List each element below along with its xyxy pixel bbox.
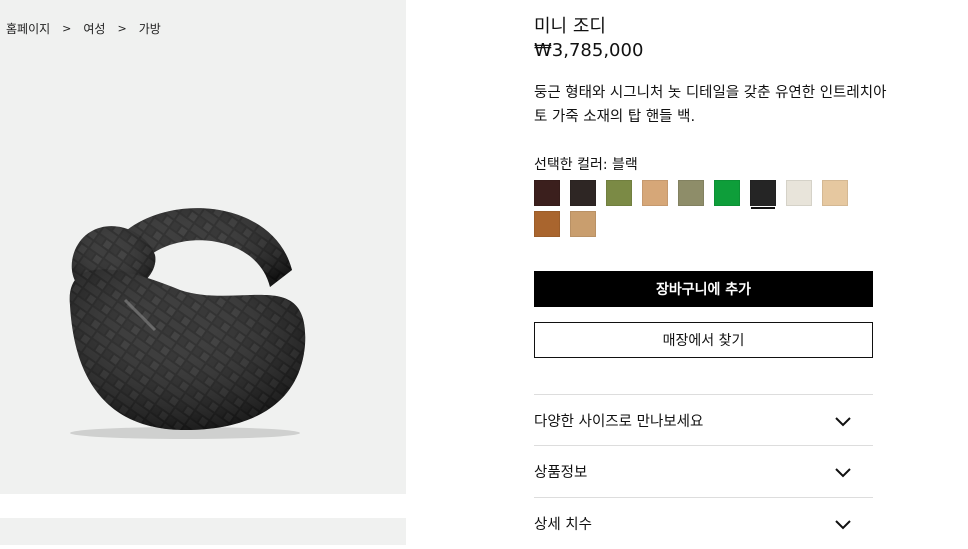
color-swatch[interactable] (642, 180, 668, 206)
product-description: 둥근 형태와 시그니처 놋 디테일을 갖춘 유연한 인트레치아토 가죽 소재의 … (534, 85, 887, 125)
color-swatch[interactable] (750, 180, 776, 209)
chevron-down-icon (835, 467, 851, 477)
breadcrumb-women[interactable]: 여성 (83, 20, 105, 37)
chevron-down-icon (835, 519, 851, 529)
product-image-panel-2 (0, 518, 406, 545)
color-swatch[interactable] (606, 180, 632, 206)
accordion-label: 상품정보 (534, 465, 588, 481)
color-swatch[interactable] (570, 211, 596, 237)
color-swatch[interactable] (534, 211, 560, 237)
color-swatch[interactable] (678, 180, 704, 206)
find-in-store-button[interactable]: 매장에서 찾기 (534, 322, 873, 358)
breadcrumb-bags[interactable]: 가방 (139, 20, 161, 37)
color-swatch[interactable] (822, 180, 848, 206)
breadcrumb-separator: > (117, 22, 127, 35)
product-price: ₩3,785,000 (534, 40, 644, 61)
selected-color-name: 블랙 (612, 157, 638, 173)
accordion-label: 다양한 사이즈로 만나보세요 (534, 414, 704, 430)
color-label-prefix: 선택한 컬러: (534, 157, 608, 173)
color-swatch[interactable] (714, 180, 740, 206)
color-swatch[interactable] (570, 180, 596, 206)
accordion-sizes[interactable]: 다양한 사이즈로 만나보세요 (534, 394, 873, 446)
breadcrumb-separator: > (62, 22, 72, 35)
product-image (69, 208, 306, 439)
selected-color-label: 선택한 컬러: 블랙 (534, 154, 638, 174)
color-swatch[interactable] (534, 180, 560, 206)
accordion-label: 상세 치수 (534, 517, 592, 533)
accordion-product-info[interactable]: 상품정보 (534, 445, 873, 497)
color-swatch[interactable] (786, 180, 812, 206)
product-title: 미니 조디 (534, 16, 606, 37)
accordion-dimensions[interactable]: 상세 치수 (534, 497, 873, 549)
add-to-cart-button[interactable]: 장바구니에 추가 (534, 271, 873, 307)
breadcrumb-home[interactable]: 홈페이지 (6, 20, 50, 37)
product-image-panel: 홈페이지 > 여성 > 가방 (0, 0, 406, 494)
breadcrumb: 홈페이지 > 여성 > 가방 (6, 20, 161, 37)
chevron-down-icon (835, 416, 851, 426)
